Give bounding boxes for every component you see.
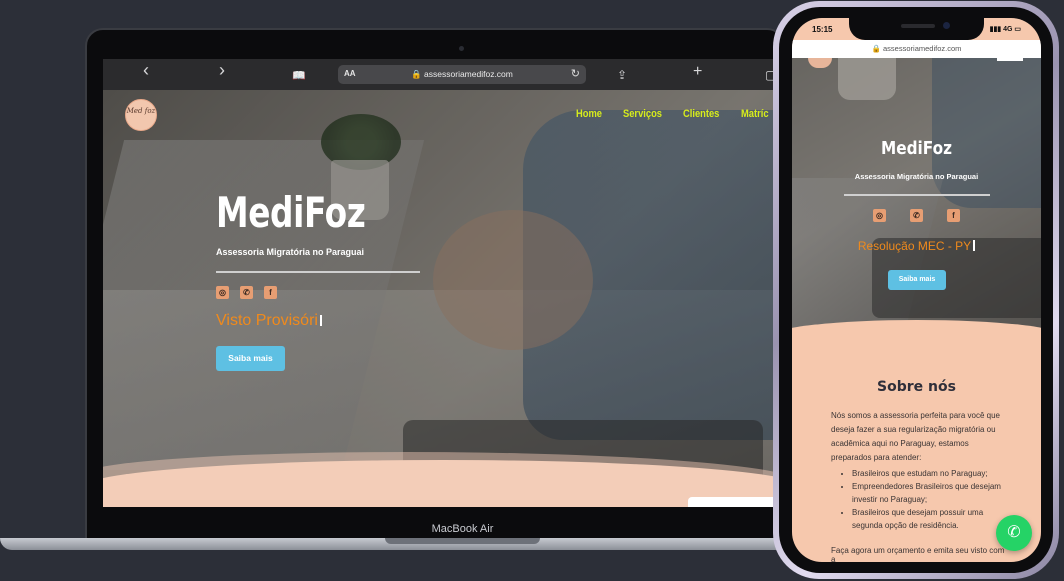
whatsapp-icon[interactable]: ✆ — [240, 286, 253, 299]
status-time: 15:15 — [812, 25, 833, 34]
instagram-icon[interactable]: ◎ — [216, 286, 229, 299]
phone-saiba-mais-button[interactable]: Saiba mais — [888, 270, 946, 290]
list-item: Brasileiros que desejam possuir uma segu… — [852, 506, 1006, 532]
laptop-camera — [459, 46, 464, 51]
about-title: Sobre nós — [877, 379, 956, 395]
phone-hero-title: MediFoz — [880, 138, 953, 159]
about-list: Brasileiros que estudam no Paraguay; Emp… — [838, 467, 1006, 532]
whatsapp-icon[interactable]: ✆ — [910, 209, 923, 222]
hero-overlay — [103, 90, 775, 507]
phone-hero-section: MediFoz Assessoria Migratória no Paragua… — [792, 58, 1041, 328]
hero-title: MediFoz — [216, 188, 366, 237]
facebook-icon[interactable]: f — [947, 209, 960, 222]
forward-icon[interactable]: › — [219, 61, 225, 79]
hero-wave — [103, 460, 775, 507]
list-item: Brasileiros que estudam no Paraguay; — [852, 467, 1006, 480]
hero-subtitle: Assessoria Migratória no Paraguai — [216, 247, 365, 257]
hero-divider — [216, 271, 420, 273]
phone-hero-subtitle: Assessoria Migratória no Paraguai — [854, 172, 979, 181]
saiba-mais-button[interactable]: Saiba mais — [216, 346, 285, 371]
speaker-grille — [901, 24, 935, 28]
front-camera — [943, 22, 950, 29]
hero-typed-text: Visto Provisóri — [216, 312, 322, 330]
nav-home[interactable]: Home — [576, 108, 602, 120]
hero-section: Med foz Home Serviços Clientes Matríc Me… — [103, 90, 775, 507]
instagram-icon[interactable]: ◎ — [873, 209, 886, 222]
reload-icon[interactable]: ↻ — [571, 67, 580, 80]
logo-text: Med foz — [126, 107, 156, 115]
back-icon[interactable]: ‹ — [143, 61, 149, 79]
new-tab-icon[interactable]: + — [693, 64, 702, 80]
facebook-icon[interactable]: f — [264, 286, 277, 299]
nav-matricula[interactable]: Matríc — [741, 108, 769, 120]
nav-clientes[interactable]: Clientes — [683, 108, 719, 120]
nav-servicos[interactable]: Serviços — [623, 108, 662, 120]
phone-hero-divider — [844, 194, 990, 196]
laptop-screen: ‹ › 📖 AA 🔒 assessoriamedifoz.com ↻ ⇪ + ▢… — [103, 59, 775, 507]
phone-address-bar[interactable]: 🔒 assessoriamedifoz.com — [792, 40, 1041, 58]
status-indicators: ▮▮▮ 4G ▭ — [989, 26, 1021, 33]
about-cta-text: Faça agora um orçamento e emita seu vist… — [831, 546, 1005, 562]
typed-text-value: Visto Provisóri — [216, 312, 318, 329]
share-icon[interactable]: ⇪ — [617, 67, 627, 83]
floating-white-box — [688, 497, 775, 507]
list-item: Empreendedores Brasileiros que desejam i… — [852, 480, 1006, 506]
typing-cursor — [973, 240, 976, 251]
address-bar[interactable]: AA 🔒 assessoriamedifoz.com ↻ — [338, 65, 586, 84]
site-logo[interactable]: Med foz — [125, 99, 157, 131]
phone-screen: 15:15 ▮▮▮ 4G ▭ 🔒 assessoriamedifoz.com M… — [792, 18, 1041, 562]
typing-cursor — [319, 315, 322, 326]
laptop-hinge-notch — [385, 538, 540, 544]
whatsapp-icon: ✆ — [1007, 524, 1021, 541]
bookmarks-icon[interactable]: 📖 — [292, 68, 306, 84]
whatsapp-float-button[interactable]: ✆ — [996, 515, 1032, 551]
phone-menu-icon[interactable] — [997, 58, 1023, 61]
address-url: 🔒 assessoriamedifoz.com — [411, 69, 513, 79]
phone-typed-text: Resolução MEC - PY — [792, 239, 1041, 253]
phone-notch — [849, 18, 984, 40]
phone-typed-value: Resolução MEC - PY — [857, 239, 972, 253]
about-paragraph: Nós somos a assessoria perfeita para voc… — [831, 411, 1000, 462]
browser-toolbar: ‹ › 📖 AA 🔒 assessoriamedifoz.com ↻ ⇪ + ▢ — [103, 59, 775, 90]
phone-url: 🔒 assessoriamedifoz.com — [871, 44, 962, 53]
